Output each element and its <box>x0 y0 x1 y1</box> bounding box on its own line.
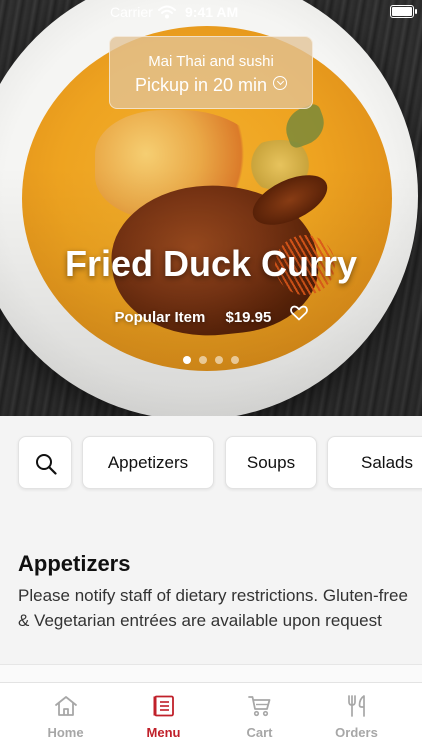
heart-icon[interactable] <box>289 305 308 321</box>
tab-orders[interactable]: Orders <box>304 683 409 750</box>
search-button[interactable] <box>18 436 72 489</box>
carousel-indicator[interactable] <box>0 351 422 369</box>
pickup-selector[interactable]: Mai Thai and sushi Pickup in 20 min <box>109 36 313 109</box>
featured-dish-meta: Popular Item $19.95 <box>0 305 422 326</box>
tab-cart[interactable]: Cart <box>207 683 312 750</box>
tab-menu[interactable]: Menu <box>111 683 216 750</box>
cart-icon <box>248 696 271 717</box>
search-icon <box>36 454 57 475</box>
popular-badge: Popular Item <box>114 308 206 326</box>
wifi-icon <box>158 5 176 19</box>
carrier-label: Carrier <box>110 4 153 20</box>
menu-icon <box>153 695 174 717</box>
category-chip-salads[interactable]: Salads <box>327 436 422 489</box>
category-chip-soups[interactable]: Soups <box>225 436 317 489</box>
divider <box>0 664 422 682</box>
carousel-dot[interactable] <box>199 356 207 364</box>
tab-bar: Home Menu Cart Orders <box>0 682 422 750</box>
tab-home[interactable]: Home <box>13 683 118 750</box>
featured-dish-title: Fried Duck Curry <box>64 243 358 284</box>
restaurant-name: Mai Thai and sushi <box>148 53 274 70</box>
tab-menu-label: Menu <box>146 725 181 740</box>
fork-knife-icon <box>348 695 365 717</box>
carousel-dot[interactable] <box>231 356 239 364</box>
category-chip-appetizers[interactable]: Appetizers <box>82 436 214 489</box>
tab-orders-label: Orders <box>335 725 378 740</box>
section-title: Appetizers <box>18 551 131 576</box>
home-icon <box>55 696 77 716</box>
carousel-dot[interactable] <box>183 356 191 364</box>
battery-icon <box>390 5 417 18</box>
dish-price: $19.95 <box>225 308 272 326</box>
section-description: Please notify staff of dietary restricti… <box>18 586 408 630</box>
carousel-dot[interactable] <box>215 356 223 364</box>
tab-home-label: Home <box>47 725 84 740</box>
chevron-down-circle-icon <box>273 76 288 90</box>
category-bar: Appetizers Soups Salads <box>0 416 422 512</box>
status-time: 9:41 AM <box>185 4 239 20</box>
hero-food-image[interactable]: Carrier 9:41 AM Mai Thai and sushi Picku… <box>0 0 422 416</box>
status-bar: Carrier 9:41 AM <box>0 0 422 24</box>
pickup-time-label: Pickup in 20 min <box>134 75 268 95</box>
pickup-time-row: Pickup in 20 min <box>110 75 312 96</box>
tab-cart-label: Cart <box>246 725 273 740</box>
menu-section: Appetizers Please notify staff of dietar… <box>0 512 422 664</box>
